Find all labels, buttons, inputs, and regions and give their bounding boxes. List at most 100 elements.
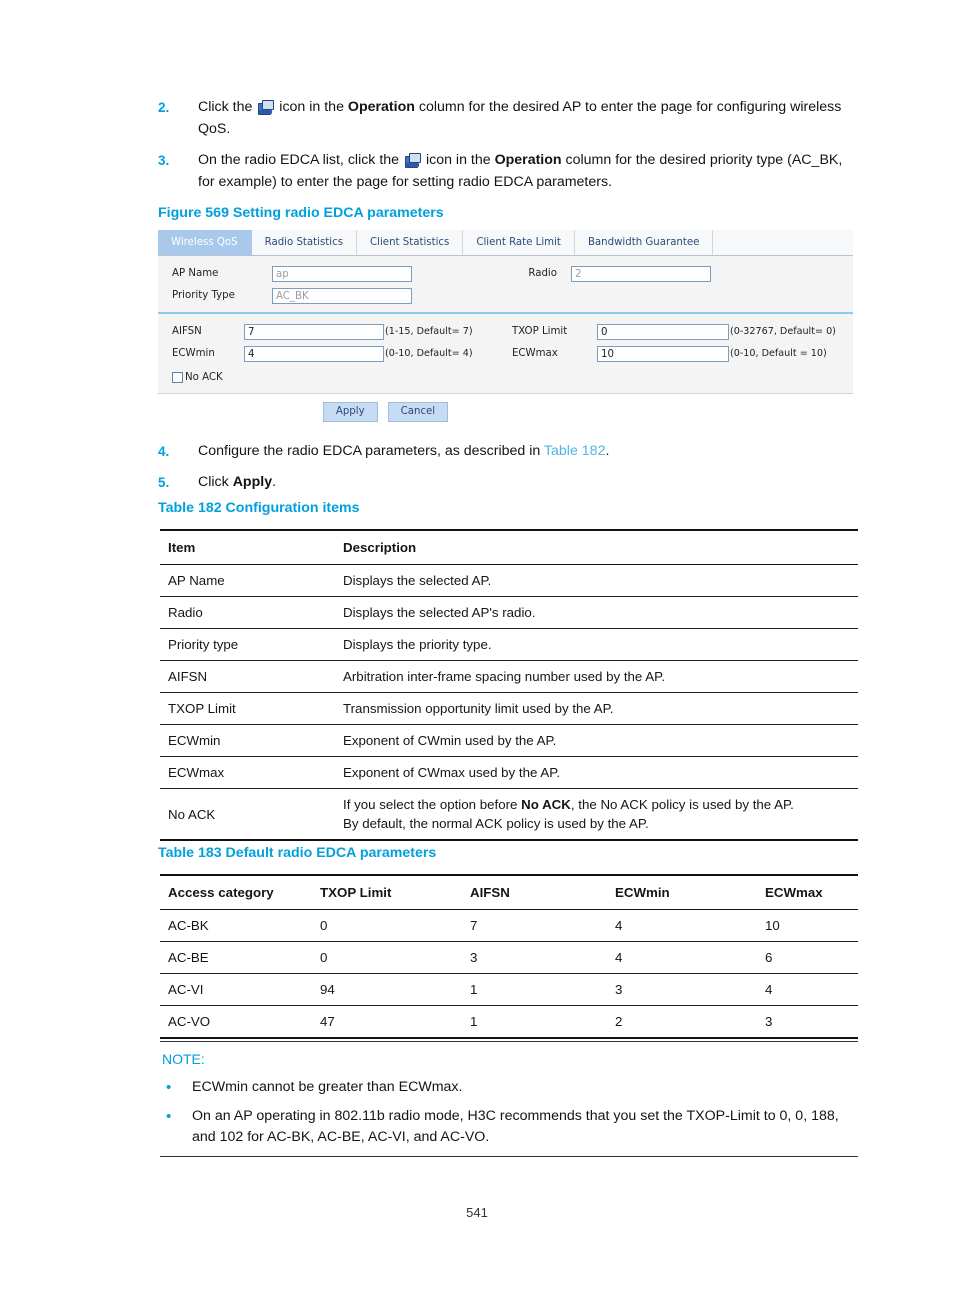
no-ack-row: No ACK (158, 367, 853, 387)
note-item-text: On an AP operating in 802.11b radio mode… (192, 1108, 839, 1145)
table-183: Access category TXOP Limit AIFSN ECWmin … (160, 874, 858, 1039)
cell-description: Displays the selected AP. (335, 564, 858, 597)
priority-type-input[interactable]: AC_BK (272, 287, 412, 304)
cell-item: Radio (160, 596, 335, 629)
cell-description: Arbitration inter-frame spacing number u… (335, 660, 858, 693)
step-text-segment: Click (198, 474, 233, 490)
note-item-text: ECWmin cannot be greater than ECWmax. (192, 1079, 463, 1095)
cell-ecwmax: 6 (757, 941, 858, 974)
step-text-segment: Click the (198, 99, 257, 115)
table-header-row: Access category TXOP Limit AIFSN ECWmin … (160, 874, 858, 910)
cell-item: AP Name (160, 564, 335, 597)
aifsn-hint: (1-15, Default= 7) (385, 326, 473, 337)
cell-item: TXOP Limit (160, 692, 335, 725)
radio-input[interactable]: 2 (571, 265, 711, 282)
cell-ecwmin: 2 (607, 1005, 757, 1039)
no-ack-checkbox[interactable] (172, 371, 183, 383)
form-button-row: Apply Cancel (158, 394, 613, 431)
table-183-caption: Table 183 Default radio EDCA parameters (158, 845, 437, 861)
table-182-link[interactable]: Table 182 (544, 443, 606, 459)
step-list-bottom: 4. Configure the radio EDCA parameters, … (158, 440, 858, 502)
cell-ecwmax: 4 (757, 973, 858, 1006)
cell-aifsn: 1 (462, 973, 607, 1006)
txop-limit-input[interactable]: 0 (597, 323, 729, 340)
document-page: 2. Click the icon in the Operation colum… (0, 0, 954, 1296)
table-row: AIFSN Arbitration inter-frame spacing nu… (160, 660, 858, 693)
step-text-segment: On the radio EDCA list, click the (198, 152, 404, 168)
step-text-segment: . (272, 474, 277, 490)
cell-access-category: AC-BE (160, 941, 312, 974)
table-row-no-ack: No ACK If you select the option before N… (160, 788, 858, 841)
cell-description: Displays the priority type. (335, 628, 858, 661)
list-item: • On an AP operating in 802.11b radio mo… (160, 1106, 858, 1148)
th-item: Item (160, 529, 335, 565)
tab-client-rate-limit[interactable]: Client Rate Limit (463, 230, 575, 255)
list-item: 5. Click Apply. (158, 471, 858, 493)
radio-label: Radio (528, 268, 557, 279)
tab-radio-statistics[interactable]: Radio Statistics (251, 230, 358, 255)
operation-icon (405, 153, 422, 168)
table-row: AC-VI 94 1 3 4 (160, 973, 858, 1006)
operation-icon (258, 100, 275, 115)
tab-bar-filler (713, 230, 853, 255)
cell-access-category: AC-BK (160, 909, 312, 942)
cell-txop-limit: 0 (312, 941, 462, 974)
cell-txop-limit: 94 (312, 973, 462, 1006)
step-text: Configure the radio EDCA parameters, as … (198, 440, 858, 462)
cell-aifsn: 7 (462, 909, 607, 942)
tab-bandwidth-guarantee[interactable]: Bandwidth Guarantee (574, 230, 714, 255)
cell-description: Exponent of CWmax used by the AP. (335, 756, 858, 789)
ecwmin-input[interactable]: 4 (244, 345, 384, 362)
step-text-bold: Apply (232, 474, 273, 490)
cell-access-category: AC-VI (160, 973, 312, 1006)
form-row-priority-type: Priority Type AC_BK (158, 285, 853, 306)
table-row: TXOP Limit Transmission opportunity limi… (160, 692, 858, 725)
aifsn-input[interactable]: 7 (244, 323, 384, 340)
tab-bar: Wireless QoS Radio Statistics Client Sta… (158, 230, 853, 256)
th-access-category: Access category (160, 874, 312, 910)
cell-description: If you select the option before No ACK, … (335, 788, 858, 841)
tab-wireless-qos[interactable]: Wireless QoS (158, 230, 252, 255)
apply-button[interactable]: Apply (322, 402, 378, 422)
cell-description: Exponent of CWmin used by the AP. (335, 724, 858, 757)
table-row: AC-VO 47 1 2 3 (160, 1005, 858, 1039)
priority-type-label: Priority Type (172, 290, 235, 301)
table-row: AC-BK 0 7 4 10 (160, 909, 858, 942)
no-ack-desc-line2: By default, the normal ACK policy is use… (343, 816, 649, 831)
bullet-icon: • (166, 1108, 172, 1125)
txop-limit-label: TXOP Limit (512, 326, 568, 337)
table-header-row: Item Description (160, 529, 858, 565)
th-ecwmax: ECWmax (757, 874, 858, 910)
cell-ecwmin: 3 (607, 973, 757, 1006)
cell-txop-limit: 47 (312, 1005, 462, 1039)
table-182-caption: Table 182 Configuration items (158, 500, 360, 516)
form-row-ap-name: AP Name ap Radio 2 (158, 263, 853, 284)
th-ecwmin: ECWmin (607, 874, 757, 910)
cell-aifsn: 3 (462, 941, 607, 974)
txop-limit-hint: (0-32767, Default= 0) (730, 326, 836, 337)
list-item: • ECWmin cannot be greater than ECWmax. (160, 1077, 858, 1098)
cell-item: No ACK (160, 788, 335, 841)
ap-name-input[interactable]: ap (272, 265, 412, 282)
step-text-bold: Operation (347, 99, 415, 115)
note-block: NOTE: • ECWmin cannot be greater than EC… (160, 1041, 858, 1157)
page-number: 541 (466, 1205, 488, 1220)
list-item: 2. Click the icon in the Operation colum… (158, 96, 858, 140)
readonly-info-panel: AP Name ap Radio 2 Priority Type AC_BK (158, 256, 853, 314)
th-description: Description (335, 529, 858, 565)
cell-ecwmax: 3 (757, 1005, 858, 1039)
cancel-button[interactable]: Cancel (387, 402, 449, 422)
aifsn-label: AIFSN (172, 326, 202, 337)
ecwmax-input[interactable]: 10 (597, 345, 729, 362)
step-number: 3. (158, 153, 170, 168)
ecwmin-hint: (0-10, Default= 4) (385, 348, 473, 359)
tab-client-statistics[interactable]: Client Statistics (357, 230, 464, 255)
cell-description: Displays the selected AP's radio. (335, 596, 858, 629)
step-text-segment: icon in the (275, 99, 348, 115)
form-row-ecwmin: ECWmin 4 (0-10, Default= 4) ECWmax 10 (0… (158, 343, 853, 364)
step-text: Click the icon in the Operation column f… (198, 96, 858, 140)
figure-caption: Figure 569 Setting radio EDCA parameters (158, 205, 444, 221)
table-row: ECWmin Exponent of CWmin used by the AP. (160, 724, 858, 757)
table-row: ECWmax Exponent of CWmax used by the AP. (160, 756, 858, 789)
ecwmax-hint: (0-10, Default = 10) (730, 348, 827, 359)
